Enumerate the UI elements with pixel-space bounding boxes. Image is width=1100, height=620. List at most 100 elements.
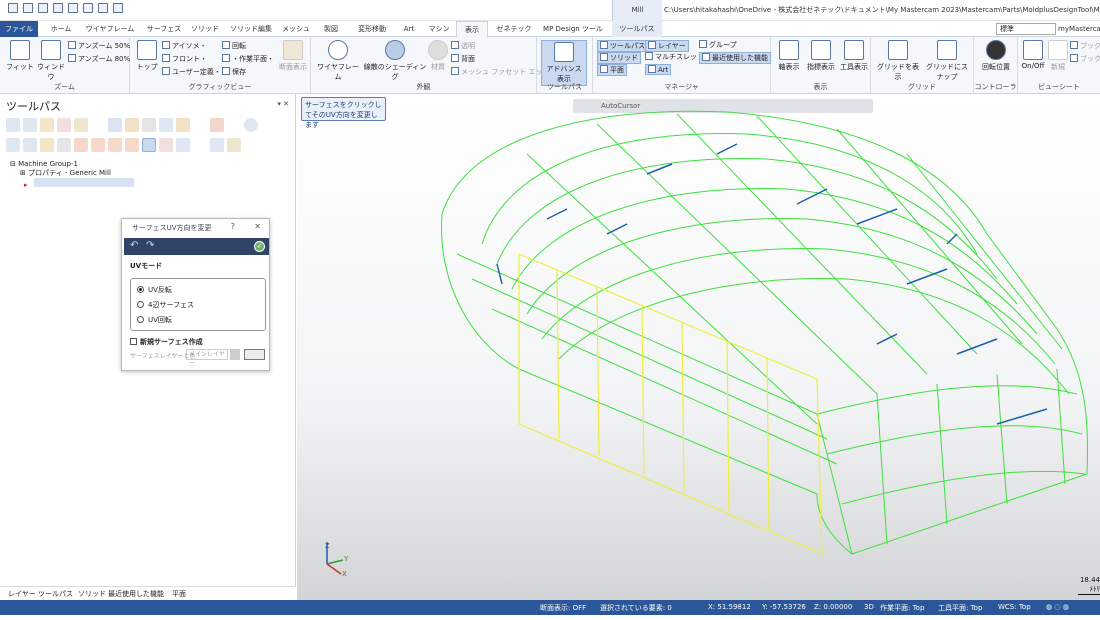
viewsheet-onoff-button[interactable]: On/Off xyxy=(1020,40,1046,70)
globe-icon[interactable]: ◍ ◌ ◍ xyxy=(1046,603,1069,611)
tab-art[interactable]: Art xyxy=(398,21,420,37)
ok-check-icon[interactable]: ✓ xyxy=(254,241,265,252)
deselect-icon[interactable] xyxy=(23,118,37,132)
color-swatch[interactable] xyxy=(230,349,240,360)
tree-item-machine-group[interactable]: ⊟ Machine Group-1 xyxy=(10,160,134,169)
help-button[interactable]: ? xyxy=(231,222,235,231)
top-view-button[interactable]: トップ xyxy=(134,40,160,72)
tool-plane-status[interactable]: 工具平面: Top xyxy=(938,603,982,613)
panel-controls[interactable]: ▾ ✕ xyxy=(277,100,289,108)
tab-home[interactable]: ホーム xyxy=(44,21,78,37)
close-icon[interactable]: ✕ xyxy=(254,222,261,231)
manager-solid-button[interactable]: ソリッド xyxy=(597,52,641,64)
section-status[interactable]: 断面表示: OFF xyxy=(540,603,586,613)
print-icon[interactable] xyxy=(53,3,63,13)
iso-view-button[interactable]: アイソメ・ xyxy=(162,41,207,51)
viewsheet-new-button[interactable]: 新規 xyxy=(1048,40,1068,72)
toggle-display-icon[interactable] xyxy=(6,138,20,152)
rotate-button[interactable]: 回転 xyxy=(222,41,246,51)
back-face-button[interactable]: 背面 xyxy=(451,54,475,64)
select-all-icon[interactable] xyxy=(6,118,20,132)
move-up-icon[interactable] xyxy=(91,138,105,152)
layer-input[interactable]: メインレイヤー xyxy=(186,349,228,367)
axes-display-button[interactable]: 軸表示 xyxy=(775,40,803,72)
view-select[interactable]: 標準 xyxy=(996,23,1056,35)
manager-plane-button[interactable]: 平面 xyxy=(597,64,627,76)
lock-icon[interactable] xyxy=(40,138,54,152)
front-view-button[interactable]: フロント・ xyxy=(162,54,207,64)
tab-surface[interactable]: サーフェス xyxy=(142,21,186,37)
tab-drafting[interactable]: 製図 xyxy=(318,21,344,37)
manager-group-button[interactable]: グループ xyxy=(699,40,737,50)
backplot-icon[interactable] xyxy=(142,118,156,132)
tool-display-button[interactable]: 工具表示 xyxy=(839,40,869,72)
account-label[interactable]: myMastercam xyxy=(1058,25,1100,33)
help-icon[interactable] xyxy=(244,118,258,132)
wireframe-model[interactable] xyxy=(297,94,1100,600)
redo-icon[interactable] xyxy=(98,3,108,13)
new-surface-checkbox[interactable]: 新規サーフェス作成 xyxy=(130,337,203,347)
manager-toolpath-button[interactable]: ツールパス xyxy=(597,40,648,52)
tab-file[interactable]: ファイル xyxy=(0,21,38,37)
fit-button[interactable]: フィット xyxy=(6,40,34,72)
undo-icon[interactable]: ↶ xyxy=(130,240,138,251)
delete-tool-icon[interactable] xyxy=(57,118,71,132)
stock-icon[interactable] xyxy=(108,118,122,132)
display-options-icon[interactable] xyxy=(176,138,190,152)
tab-machine[interactable]: マシン xyxy=(424,21,454,37)
wireframe-button[interactable]: ワイヤフレーム xyxy=(317,40,359,82)
tab-solids[interactable]: ソリッド xyxy=(78,589,106,599)
edit-icon[interactable] xyxy=(210,118,224,132)
save-view-button[interactable]: 保存 xyxy=(222,67,246,77)
post-toggle-icon[interactable] xyxy=(57,138,71,152)
wave-icon[interactable] xyxy=(23,138,37,152)
save-icon[interactable] xyxy=(38,3,48,13)
manager-multithread-button[interactable]: マルチスレッド xyxy=(645,52,704,62)
layer-color-button[interactable] xyxy=(244,349,265,360)
manager-layer-button[interactable]: レイヤー xyxy=(645,40,689,52)
window-zoom-button[interactable]: ウィンドウ xyxy=(36,40,66,82)
mesh-facet-edge-button[interactable]: メッシュ ファセット エッジ xyxy=(451,67,549,77)
tab-view[interactable]: 表示 xyxy=(456,21,488,38)
tab-genetec[interactable]: ゼネテック xyxy=(492,21,536,37)
insert-arrow-icon[interactable] xyxy=(108,138,122,152)
tab-transform[interactable]: 変形移動 xyxy=(350,21,394,37)
transparent-button[interactable]: 透明 xyxy=(451,41,475,51)
wcs-status[interactable]: WCS: Top xyxy=(998,603,1031,611)
highlight-icon[interactable] xyxy=(142,138,156,152)
tab-solid[interactable]: ソリッド xyxy=(190,21,220,37)
graphics-viewport[interactable]: サーフェスをクリックしてそのUV方向を変更します AutoCursor Z Y … xyxy=(297,94,1100,600)
user-view-button[interactable]: ユーザー定義・ xyxy=(162,67,221,77)
post-icon[interactable] xyxy=(176,118,190,132)
redo-icon[interactable]: ↷ xyxy=(146,240,154,251)
open-file-icon[interactable] xyxy=(23,3,33,13)
indicator-display-button[interactable]: 指標表示 xyxy=(805,40,837,72)
manager-art-button[interactable]: Art xyxy=(645,64,672,75)
bookmark-button[interactable]: ブック xyxy=(1070,41,1100,51)
bookmark-button-2[interactable]: ブック xyxy=(1070,54,1100,64)
radio-uv-flip[interactable]: UV反転 xyxy=(137,285,172,295)
tab-toolpath[interactable]: ツールパス xyxy=(612,21,662,37)
zoom-50-button[interactable]: アンズーム 50% xyxy=(68,41,130,51)
manager-recent-button[interactable]: 最近使用した機能 xyxy=(699,52,771,64)
tab-planes[interactable]: 平面 xyxy=(172,589,186,599)
tab-recent[interactable]: 最近使用した機能 xyxy=(108,589,164,599)
select-icon[interactable] xyxy=(113,3,123,13)
select-tool-icon[interactable] xyxy=(40,118,54,132)
move-icon[interactable] xyxy=(125,138,139,152)
pick-icon[interactable] xyxy=(159,138,173,152)
regen-icon[interactable] xyxy=(74,118,88,132)
zoom-80-button[interactable]: アンズーム 80% xyxy=(68,54,130,64)
batch-icon[interactable] xyxy=(210,138,224,152)
advanced-display-button[interactable]: アドバンス表示 xyxy=(541,40,587,86)
snap-grid-button[interactable]: グリッドにスナップ xyxy=(923,40,971,82)
work-plane-button[interactable]: ・作業平面・ xyxy=(222,54,274,64)
show-grid-button[interactable]: グリッドを表示 xyxy=(875,40,921,82)
tree-item-properties[interactable]: ⊞ プロパティ - Generic Mill xyxy=(10,169,134,178)
rotation-position-button[interactable]: 回転位置 xyxy=(978,40,1014,72)
mode-3d[interactable]: 3D xyxy=(864,603,874,611)
tab-layers[interactable]: レイヤー xyxy=(8,589,36,599)
undo-icon[interactable] xyxy=(83,3,93,13)
tab-wireframe[interactable]: ワイヤフレーム xyxy=(82,21,138,37)
simulate-icon[interactable] xyxy=(125,118,139,132)
